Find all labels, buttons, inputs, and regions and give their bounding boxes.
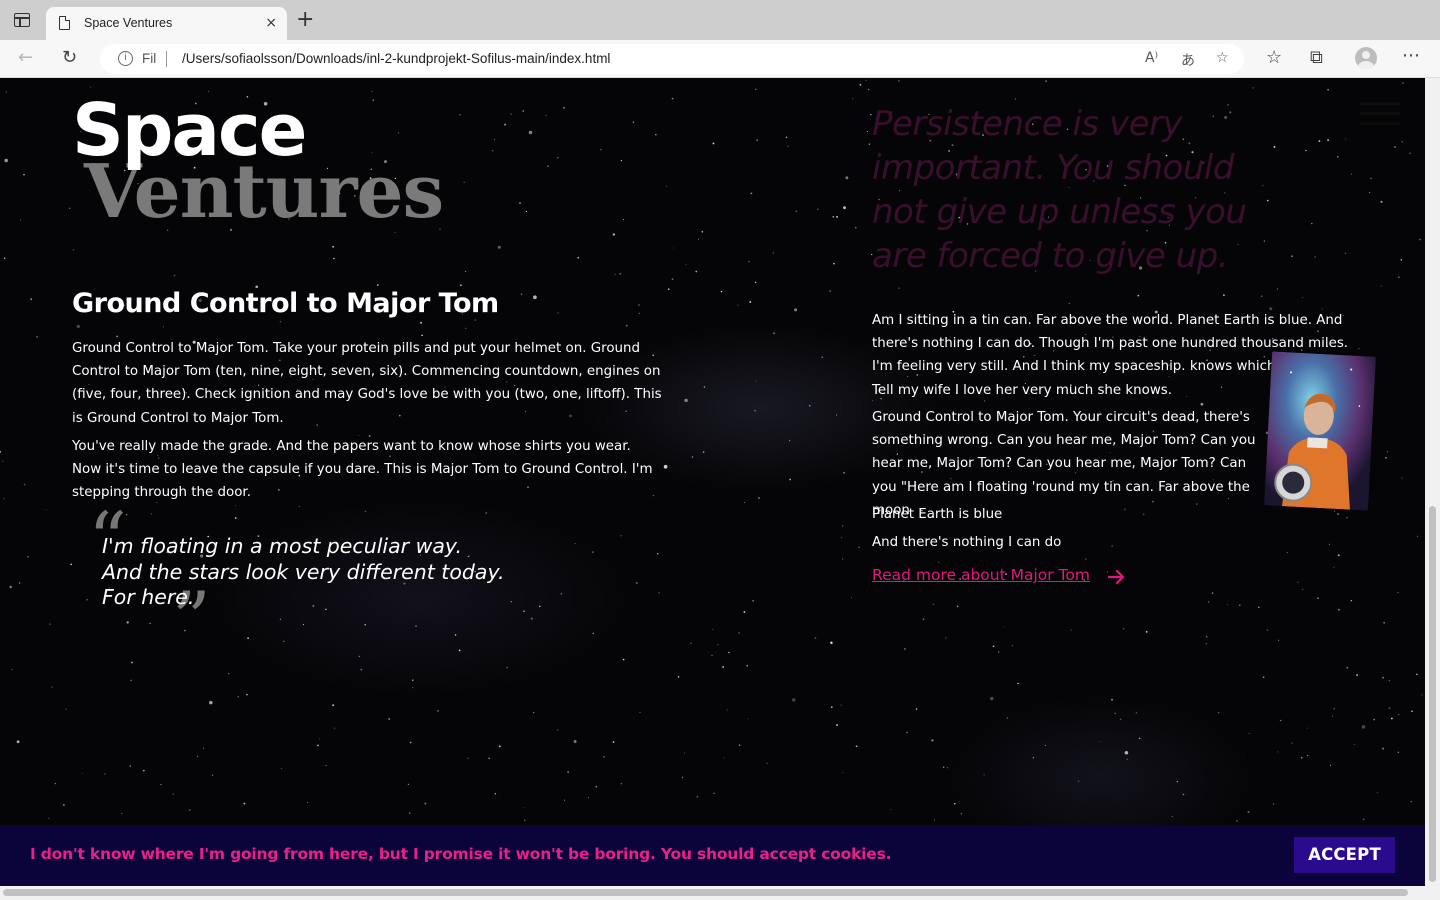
- page-icon: [59, 16, 70, 30]
- vertical-scroll-thumb[interactable]: [1429, 506, 1436, 882]
- back-icon[interactable]: ←: [18, 48, 33, 68]
- logo-space: Space: [72, 88, 307, 172]
- browser-tab-bar: Space Ventures × +: [0, 0, 1440, 40]
- close-tab-icon[interactable]: ×: [265, 14, 277, 32]
- cookie-banner: I don't know where I'm going from here, …: [0, 825, 1425, 886]
- favorites-icon[interactable]: ☆: [1266, 48, 1282, 68]
- horizontal-scrollbar[interactable]: [0, 886, 1440, 900]
- address-separator: [166, 51, 167, 67]
- tab-title: Space Ventures: [84, 16, 173, 30]
- accept-cookies-button[interactable]: ACCEPT: [1294, 837, 1395, 873]
- left-paragraph-1: Ground Control to Major Tom. Take your p…: [72, 341, 662, 426]
- read-more-link[interactable]: Read more about Major Tom: [872, 566, 1090, 584]
- page-viewport: Ventures Space Persistence is very impor…: [0, 78, 1425, 886]
- new-tab-icon[interactable]: +: [296, 9, 314, 31]
- arrow-right-icon[interactable]: [1108, 569, 1126, 585]
- hamburger-menu-icon[interactable]: [1360, 102, 1400, 128]
- translate-icon[interactable]: あ: [1181, 50, 1195, 70]
- address-bar[interactable]: i Fil /Users/sofiaolsson/Downloads/inl-2…: [100, 44, 1244, 74]
- tab-actions-icon[interactable]: [14, 13, 30, 27]
- quote-line: For here.: [102, 585, 195, 609]
- more-icon[interactable]: ⋯: [1402, 46, 1420, 66]
- address-prefix: Fil: [142, 51, 157, 66]
- left-paragraph-2: You've really made the grade. And the pa…: [72, 439, 653, 501]
- blockquote: I'm floating in a most peculiar way. And…: [102, 534, 505, 611]
- browser-tab[interactable]: Space Ventures ×: [46, 7, 287, 40]
- pull-quote: Persistence is very important. You shoul…: [872, 104, 1247, 276]
- site-info-icon[interactable]: i: [118, 51, 133, 66]
- section-title: Ground Control to Major Tom: [72, 288, 499, 319]
- quote-line: And the stars look very different today.: [102, 559, 505, 584]
- astronaut-image: [1264, 351, 1376, 511]
- reload-icon[interactable]: ↻: [62, 48, 77, 68]
- url-text[interactable]: /Users/sofiaolsson/Downloads/inl-2-kundp…: [182, 51, 610, 66]
- browser-toolbar: ← ↻ i Fil /Users/sofiaolsson/Downloads/i…: [0, 40, 1440, 78]
- profile-avatar[interactable]: [1355, 47, 1377, 69]
- right-paragraph-4: And there's nothing I can do: [872, 535, 1062, 550]
- collections-icon[interactable]: ⧉: [1310, 48, 1323, 68]
- cookie-text: I don't know where I'm going from here, …: [30, 845, 892, 863]
- quote-line: I'm floating in a most peculiar way.: [102, 534, 462, 558]
- horizontal-scroll-thumb[interactable]: [3, 889, 1408, 896]
- read-aloud-icon[interactable]: A⁾: [1145, 50, 1158, 66]
- vertical-scrollbar[interactable]: [1425, 78, 1440, 886]
- favorite-add-icon[interactable]: ☆: [1216, 50, 1229, 66]
